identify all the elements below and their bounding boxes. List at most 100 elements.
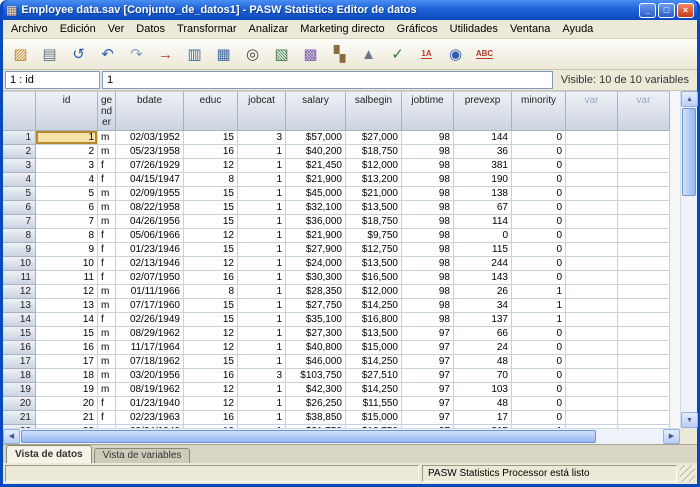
row-header-12[interactable]: 12: [3, 285, 36, 299]
cell-8-educ[interactable]: 12: [184, 229, 238, 243]
cell-12-jobcat[interactable]: 1: [238, 285, 286, 299]
cell-17-educ[interactable]: 15: [184, 355, 238, 369]
select-cases-button[interactable]: ✓: [384, 42, 411, 67]
cell-4-gender[interactable]: f: [98, 173, 116, 187]
cell-12-var[interactable]: [618, 285, 670, 299]
cell-9-salary[interactable]: $27,900: [286, 243, 346, 257]
cell-19-educ[interactable]: 12: [184, 383, 238, 397]
cell-14-gender[interactable]: f: [98, 313, 116, 327]
cell-4-var[interactable]: [618, 173, 670, 187]
cell-6-gender[interactable]: m: [98, 201, 116, 215]
cell-11-jobtime[interactable]: 98: [402, 271, 454, 285]
cell-21-var[interactable]: [566, 411, 618, 425]
find-button[interactable]: ◎: [239, 42, 266, 67]
cell-12-salary[interactable]: $28,350: [286, 285, 346, 299]
cell-7-id[interactable]: 7: [36, 215, 98, 229]
cell-13-id[interactable]: 13: [36, 299, 98, 313]
goto-variable-button[interactable]: ▥: [181, 42, 208, 67]
cell-20-minority[interactable]: 0: [512, 397, 566, 411]
cell-7-gender[interactable]: m: [98, 215, 116, 229]
cell-17-jobcat[interactable]: 1: [238, 355, 286, 369]
cell-10-salbegin[interactable]: $13,500: [346, 257, 402, 271]
cell-13-minority[interactable]: 1: [512, 299, 566, 313]
row-header-11[interactable]: 11: [3, 271, 36, 285]
cell-3-educ[interactable]: 12: [184, 159, 238, 173]
maximize-button[interactable]: □: [658, 3, 675, 18]
column-header-var-11[interactable]: var: [566, 91, 618, 131]
cell-4-jobcat[interactable]: 1: [238, 173, 286, 187]
cell-8-salary[interactable]: $21,900: [286, 229, 346, 243]
cell-20-educ[interactable]: 12: [184, 397, 238, 411]
row-header-3[interactable]: 3: [3, 159, 36, 173]
column-header-salbegin-7[interactable]: salbegin: [346, 91, 402, 131]
cell-7-salary[interactable]: $36,000: [286, 215, 346, 229]
cell-3-var[interactable]: [618, 159, 670, 173]
cell-4-minority[interactable]: 0: [512, 173, 566, 187]
cell-1-educ[interactable]: 15: [184, 131, 238, 145]
cell-21-var[interactable]: [618, 411, 670, 425]
cell-17-salbegin[interactable]: $14,250: [346, 355, 402, 369]
cell-9-salbegin[interactable]: $12,750: [346, 243, 402, 257]
cell-1-salbegin[interactable]: $27,000: [346, 131, 402, 145]
cell-2-bdate[interactable]: 05/23/1958: [116, 145, 184, 159]
cell-8-bdate[interactable]: 05/06/1966: [116, 229, 184, 243]
cell-15-educ[interactable]: 12: [184, 327, 238, 341]
cell-14-var[interactable]: [566, 313, 618, 327]
cell-4-bdate[interactable]: 04/15/1947: [116, 173, 184, 187]
cell-12-var[interactable]: [566, 285, 618, 299]
vertical-scrollbar[interactable]: ▲ ▼: [680, 91, 697, 428]
cell-7-bdate[interactable]: 04/26/1956: [116, 215, 184, 229]
row-header-2[interactable]: 2: [3, 145, 36, 159]
cell-13-jobcat[interactable]: 1: [238, 299, 286, 313]
cell-3-salary[interactable]: $21,450: [286, 159, 346, 173]
menu-item-edicion[interactable]: Edición: [54, 21, 102, 37]
cell-12-minority[interactable]: 1: [512, 285, 566, 299]
cell-13-salary[interactable]: $27,750: [286, 299, 346, 313]
cell-7-prevexp[interactable]: 114: [454, 215, 512, 229]
cell-6-bdate[interactable]: 08/22/1958: [116, 201, 184, 215]
cell-13-bdate[interactable]: 07/17/1960: [116, 299, 184, 313]
cell-17-prevexp[interactable]: 48: [454, 355, 512, 369]
cell-15-minority[interactable]: 0: [512, 327, 566, 341]
cell-17-jobtime[interactable]: 97: [402, 355, 454, 369]
cell-18-var[interactable]: [566, 369, 618, 383]
open-data-button[interactable]: ▨: [7, 42, 34, 67]
cell-10-bdate[interactable]: 02/13/1946: [116, 257, 184, 271]
minimize-button[interactable]: _: [639, 3, 656, 18]
menu-item-ventana[interactable]: Ventana: [504, 21, 556, 37]
cell-15-var[interactable]: [566, 327, 618, 341]
cell-15-salbegin[interactable]: $13,500: [346, 327, 402, 341]
cell-8-var[interactable]: [618, 229, 670, 243]
cell-7-var[interactable]: [566, 215, 618, 229]
cell-18-jobtime[interactable]: 97: [402, 369, 454, 383]
cell-17-id[interactable]: 17: [36, 355, 98, 369]
cell-13-prevexp[interactable]: 34: [454, 299, 512, 313]
scroll-up-button[interactable]: ▲: [681, 91, 698, 107]
cell-14-minority[interactable]: 1: [512, 313, 566, 327]
cell-6-jobtime[interactable]: 98: [402, 201, 454, 215]
cell-19-var[interactable]: [618, 383, 670, 397]
cell-12-educ[interactable]: 8: [184, 285, 238, 299]
cell-12-bdate[interactable]: 01/11/1966: [116, 285, 184, 299]
row-header-6[interactable]: 6: [3, 201, 36, 215]
cell-2-salary[interactable]: $40,200: [286, 145, 346, 159]
cell-10-var[interactable]: [566, 257, 618, 271]
cell-13-salbegin[interactable]: $14,250: [346, 299, 402, 313]
cell-value-input[interactable]: 1: [102, 71, 553, 89]
column-header-gender-2[interactable]: gender: [98, 91, 116, 131]
cell-9-educ[interactable]: 15: [184, 243, 238, 257]
cell-5-bdate[interactable]: 02/09/1955: [116, 187, 184, 201]
cell-1-jobcat[interactable]: 3: [238, 131, 286, 145]
cell-17-gender[interactable]: m: [98, 355, 116, 369]
cell-18-minority[interactable]: 0: [512, 369, 566, 383]
cell-7-educ[interactable]: 15: [184, 215, 238, 229]
cell-19-jobtime[interactable]: 97: [402, 383, 454, 397]
cell-20-salary[interactable]: $26,250: [286, 397, 346, 411]
cell-12-salbegin[interactable]: $12,000: [346, 285, 402, 299]
cell-18-prevexp[interactable]: 70: [454, 369, 512, 383]
cell-7-var[interactable]: [618, 215, 670, 229]
resize-grip[interactable]: [680, 465, 695, 482]
cell-2-salbegin[interactable]: $18,750: [346, 145, 402, 159]
cell-16-var[interactable]: [618, 341, 670, 355]
cell-9-jobcat[interactable]: 1: [238, 243, 286, 257]
